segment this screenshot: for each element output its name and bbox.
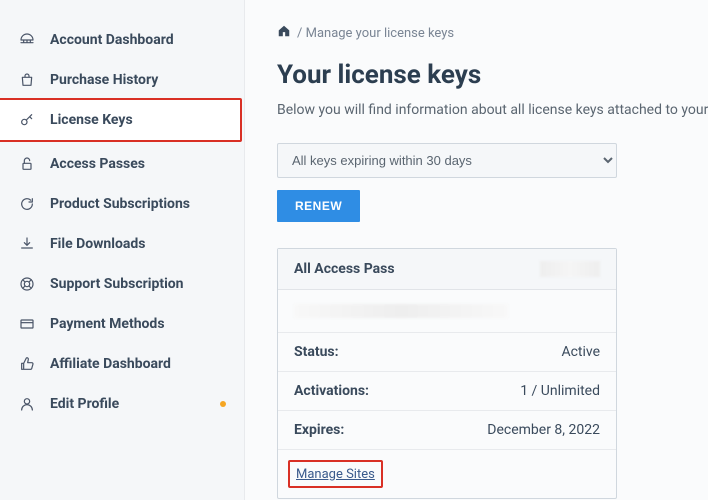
refresh-icon bbox=[18, 195, 36, 213]
license-footer: Manage Sites bbox=[278, 450, 616, 498]
license-row-status: Status: Active bbox=[278, 333, 616, 372]
manage-sites-highlight: Manage Sites bbox=[288, 460, 383, 488]
sidebar-item-access-passes[interactable]: Access Passes bbox=[0, 144, 244, 184]
sidebar-item-license-keys[interactable]: License Keys bbox=[0, 98, 242, 142]
sidebar-item-edit-profile[interactable]: Edit Profile bbox=[0, 384, 244, 424]
renew-button[interactable]: RENEW bbox=[277, 190, 360, 222]
home-icon[interactable] bbox=[277, 24, 291, 42]
breadcrumb: / Manage your license keys bbox=[277, 24, 708, 42]
page-title: Your license keys bbox=[277, 60, 708, 90]
license-row-label: Status: bbox=[294, 344, 339, 360]
dashboard-icon bbox=[18, 31, 36, 49]
bag-icon bbox=[18, 71, 36, 89]
license-row-label: Expires: bbox=[294, 422, 344, 438]
page-description: Below you will find information about al… bbox=[277, 100, 708, 121]
sidebar-item-label: Edit Profile bbox=[50, 396, 119, 412]
life-ring-icon bbox=[18, 275, 36, 293]
license-name: All Access Pass bbox=[294, 261, 395, 277]
license-row-value: 1 / Unlimited bbox=[520, 383, 600, 399]
license-header: All Access Pass bbox=[278, 249, 616, 290]
sidebar-item-product-subscriptions[interactable]: Product Subscriptions bbox=[0, 184, 244, 224]
thumbs-up-icon bbox=[18, 355, 36, 373]
sidebar-item-payment-methods[interactable]: Payment Methods bbox=[0, 304, 244, 344]
filter-select[interactable]: All keys expiring within 30 days bbox=[277, 143, 617, 178]
license-row-redacted bbox=[278, 290, 616, 333]
sidebar-item-label: Support Subscription bbox=[50, 276, 184, 292]
manage-sites-link[interactable]: Manage Sites bbox=[296, 467, 375, 482]
user-icon bbox=[18, 395, 36, 413]
license-row-value: December 8, 2022 bbox=[487, 422, 600, 438]
sidebar-item-support-subscription[interactable]: Support Subscription bbox=[0, 264, 244, 304]
license-row-expires: Expires: December 8, 2022 bbox=[278, 411, 616, 450]
sidebar: Account Dashboard Purchase History Licen… bbox=[0, 0, 245, 500]
license-row-label: Activations: bbox=[294, 383, 369, 399]
sidebar-item-label: File Downloads bbox=[50, 236, 145, 252]
sidebar-item-label: Payment Methods bbox=[50, 316, 165, 332]
notification-dot-icon bbox=[220, 401, 226, 407]
sidebar-item-label: Access Passes bbox=[50, 156, 145, 172]
license-row-value: Active bbox=[561, 344, 600, 360]
main-content: / Manage your license keys Your license … bbox=[245, 0, 708, 500]
sidebar-item-label: Affiliate Dashboard bbox=[50, 356, 171, 372]
sidebar-item-affiliate-dashboard[interactable]: Affiliate Dashboard bbox=[0, 344, 244, 384]
sidebar-item-label: License Keys bbox=[50, 112, 133, 128]
breadcrumb-text: / Manage your license keys bbox=[297, 26, 454, 41]
license-key-redacted bbox=[540, 261, 600, 277]
redacted-content bbox=[294, 304, 508, 318]
sidebar-item-label: Product Subscriptions bbox=[50, 196, 190, 212]
key-icon bbox=[18, 111, 36, 129]
sidebar-item-account-dashboard[interactable]: Account Dashboard bbox=[0, 20, 244, 60]
sidebar-item-purchase-history[interactable]: Purchase History bbox=[0, 60, 244, 100]
sidebar-item-file-downloads[interactable]: File Downloads bbox=[0, 224, 244, 264]
license-card: All Access Pass Status: Active Activatio… bbox=[277, 248, 617, 499]
credit-card-icon bbox=[18, 315, 36, 333]
lock-open-icon bbox=[18, 155, 36, 173]
sidebar-item-label: Account Dashboard bbox=[50, 32, 174, 48]
sidebar-item-label: Purchase History bbox=[50, 72, 158, 88]
download-icon bbox=[18, 235, 36, 253]
license-row-activations: Activations: 1 / Unlimited bbox=[278, 372, 616, 411]
